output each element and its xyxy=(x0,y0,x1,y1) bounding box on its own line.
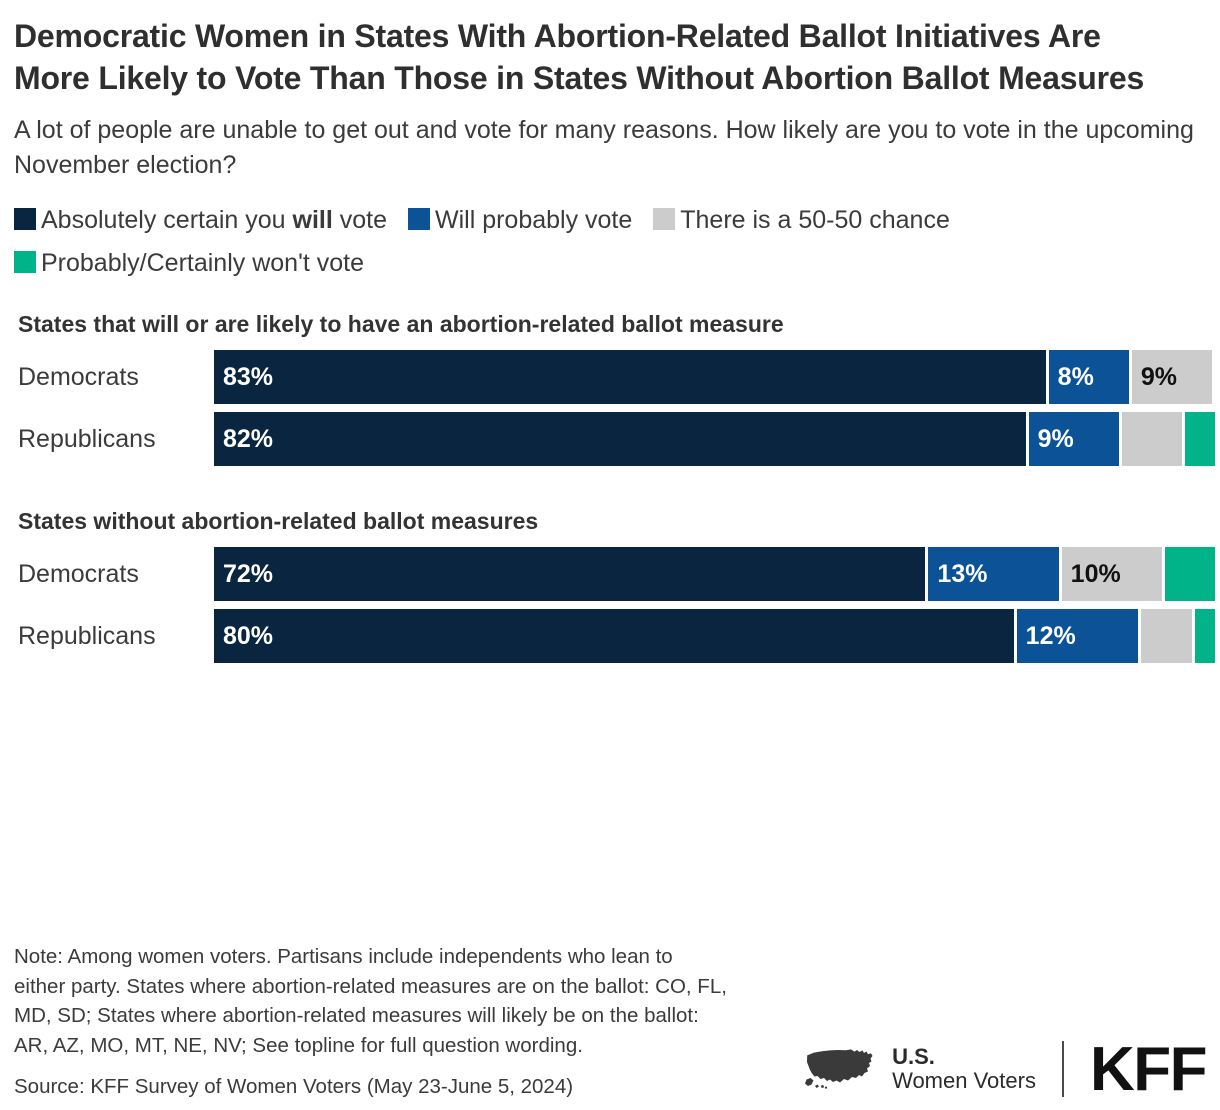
us-women-voters-text: U.S. Women Voters xyxy=(892,1043,1036,1094)
legend-item-absolutely-certain-will-vote[interactable]: Absolutely certain you will vote xyxy=(14,206,387,234)
legend-item-will-probably-vote[interactable]: Will probably vote xyxy=(407,206,633,235)
bar-segment-value: 12% xyxy=(1025,621,1076,650)
chart-note: Note: Among women voters. Partisans incl… xyxy=(14,945,727,1057)
stacked-bar: 80% 12% xyxy=(214,609,1215,664)
stacked-bar: 82% 9% xyxy=(214,412,1215,467)
chart-footer: Note: Among women voters. Partisans incl… xyxy=(14,942,1208,1104)
bar-segment[interactable]: 83% xyxy=(214,350,1046,405)
brand-divider xyxy=(1061,1041,1064,1098)
bar-segment[interactable]: 12% xyxy=(1016,609,1139,664)
legend-item-probably-certainly-wont-vote[interactable]: Probably/Certainly won't vote xyxy=(14,249,364,277)
brand-line-1: U.S. xyxy=(892,1043,935,1069)
bar-row: Democrats 72% 13% 10% xyxy=(14,547,1215,602)
bar-segment[interactable] xyxy=(1141,609,1192,664)
bar-segment[interactable] xyxy=(1184,412,1215,467)
legend-swatch-absolutely-certain-will-vote xyxy=(14,208,36,231)
legend-swatch-probably-certainly-wont-vote xyxy=(14,251,36,274)
bar-group-1: States that will or are likely to have a… xyxy=(14,311,1215,467)
bar-segment-value: 80% xyxy=(223,621,274,650)
bar-segment[interactable]: 13% xyxy=(928,547,1059,602)
legend-item-fifty-fifty-chance[interactable]: There is a 50-50 chance xyxy=(653,206,950,234)
kff-logo: KFF xyxy=(1089,1034,1208,1104)
us-map-icon xyxy=(802,1045,880,1093)
bar-segment[interactable]: 8% xyxy=(1048,350,1129,405)
bar-segment-value: 8% xyxy=(1057,362,1094,391)
chart-subtitle: A lot of people are unable to get out an… xyxy=(14,116,1194,180)
bar-segment-value: 9% xyxy=(1037,424,1074,453)
legend-swatch-will-probably-vote xyxy=(407,208,430,231)
bar-segment[interactable]: 80% xyxy=(214,609,1014,664)
bar-group-header: States that will or are likely to have a… xyxy=(18,311,784,338)
bar-row: Democrats 83% 8% 9% xyxy=(14,350,1212,405)
bar-row: Republicans 80% 12% xyxy=(14,609,1215,664)
stacked-bar: 72% 13% 10% xyxy=(214,547,1215,602)
brand-logos: U.S. Women Voters KFF xyxy=(802,1034,1208,1104)
bar-groups: States that will or are likely to have a… xyxy=(14,311,1215,664)
legend-label-fifty-fifty-chance: There is a 50-50 chance xyxy=(680,206,950,235)
bar-segment-value: 13% xyxy=(937,559,988,588)
bar-row-label-republicans: Republicans xyxy=(18,424,156,453)
bar-segment-value: 72% xyxy=(223,559,274,588)
legend-label-will-probably-vote: Will probably vote xyxy=(434,206,633,235)
bar-row-label-democrats: Democrats xyxy=(18,559,139,588)
page-title: Democratic Women in States With Abortion… xyxy=(14,18,1145,96)
legend-label-probably-certainly-wont-vote: Probably/Certainly won't vote xyxy=(41,249,364,278)
bar-row-label-democrats: Democrats xyxy=(18,362,139,391)
bar-segment[interactable]: 10% xyxy=(1061,547,1162,602)
bar-group-header: States without abortion-related ballot m… xyxy=(18,508,539,535)
stacked-bar: 83% 8% 9% xyxy=(214,350,1212,405)
bar-segment[interactable]: 82% xyxy=(214,412,1026,467)
chart-source: Source: KFF Survey of Women Voters (May … xyxy=(14,1075,574,1099)
us-women-voters-logo: U.S. Women Voters xyxy=(802,1043,1036,1094)
chart-legend: Absolutely certain you will vote Will pr… xyxy=(14,199,1174,285)
bar-segment[interactable] xyxy=(1194,609,1215,664)
bar-row: Republicans 82% 9% xyxy=(14,412,1215,467)
bar-segment[interactable]: 72% xyxy=(214,547,926,602)
legend-swatch-fifty-fifty-chance xyxy=(653,208,676,231)
bar-segment-value: 9% xyxy=(1140,362,1177,391)
bar-segment-value: 10% xyxy=(1070,559,1121,588)
bar-segment[interactable] xyxy=(1164,547,1215,602)
bar-segment[interactable]: 9% xyxy=(1028,412,1119,467)
bar-segment[interactable]: 9% xyxy=(1131,350,1212,405)
bar-group-2: States without abortion-related ballot m… xyxy=(14,508,1215,664)
bar-segment-value: 83% xyxy=(223,362,274,391)
chart-root: Democratic Women in States With Abortion… xyxy=(0,0,1220,1110)
legend-label-absolutely-certain-will-vote: Absolutely certain you will vote xyxy=(41,206,388,235)
bar-row-label-republicans: Republicans xyxy=(18,621,156,650)
footer-text-block: Note: Among women voters. Partisans incl… xyxy=(14,942,729,1102)
bar-segment[interactable] xyxy=(1121,412,1182,467)
brand-line-2: Women Voters xyxy=(892,1068,1036,1094)
bar-segment-value: 82% xyxy=(223,424,274,453)
